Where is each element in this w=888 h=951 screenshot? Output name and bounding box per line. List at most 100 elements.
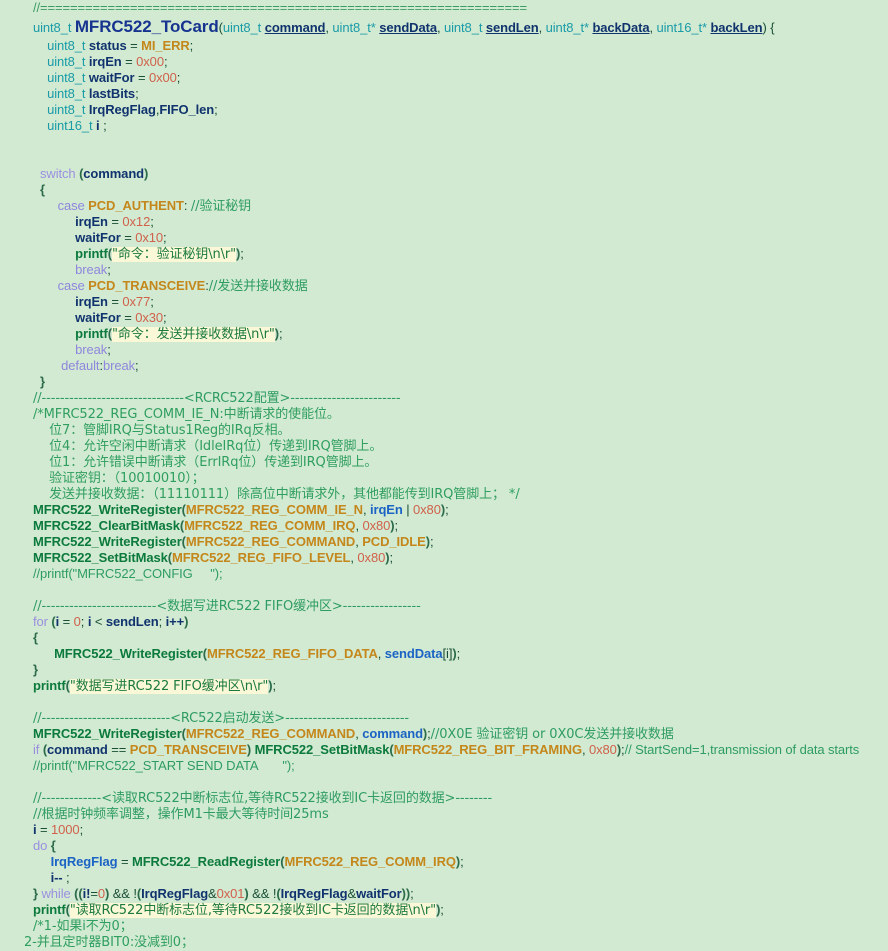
section-comment-rc522-config: //-------------------------------<RCRC52…: [33, 391, 401, 406]
type: uint8_t: [47, 86, 89, 101]
block-comment: /*1-如果i不为0；: [33, 919, 133, 934]
code-line-29-block-comment: 验证密钥：（10010010）；: [0, 470, 888, 486]
macro-reg-command: MFRC522_REG_COMMAND: [185, 534, 356, 549]
comma3: ,: [538, 20, 546, 35]
semicolon: ;: [394, 518, 399, 533]
block-comment: 位7：管脚IRQ与Status1Reg的IRq反相。: [33, 423, 291, 438]
code-line-34-setbitmask: MFRC522_SetBitMask(MFRC522_REG_FIFO_LEVE…: [0, 550, 888, 566]
variable: IrqRegFlag: [88, 102, 156, 117]
code-line-42-printf: printf("数据写进RC522 FIFO缓冲区\n\r");: [0, 678, 888, 694]
macro: MI_ERR: [141, 38, 190, 53]
keyword-for: for: [33, 614, 52, 629]
semicolon: ;: [460, 854, 464, 869]
loop-increment: i++: [165, 614, 185, 629]
return-type: uint8_t: [33, 20, 75, 35]
inline-comment: //发送并接收数据: [208, 279, 308, 294]
semicolon: ;: [189, 38, 194, 53]
variable-irqen: irqEn: [369, 502, 403, 517]
code-line-20-printf: printf("命令：发送并接收数据\n\r");: [0, 326, 888, 342]
code-line-58-block-comment: 2-并且定时器BIT0:没减到0；: [0, 934, 888, 950]
number: 0x10: [135, 230, 163, 245]
arg4-name: backData: [592, 20, 650, 35]
code-line-19: waitFor = 0x30;: [0, 310, 888, 326]
code-line-1: //======================================…: [0, 0, 888, 16]
number: 0x00: [148, 70, 177, 85]
code-line-54: i-- ;: [0, 870, 888, 886]
arg2-name: sendData: [379, 20, 437, 35]
block-comment: /*MFRC522_REG_COMM_IE_N:中断请求的使能位。: [33, 407, 340, 422]
variable-command: command: [362, 726, 423, 741]
colon: :: [183, 198, 191, 213]
block-comment: 位4：允许空闲中断请求（IdleIRq位）传递到IRQ管脚上。: [33, 439, 383, 454]
macro-pcd-transceive: PCD_TRANSCEIVE: [88, 278, 206, 293]
lt-op: <: [91, 614, 106, 629]
code-line-33-writeregister: MFRC522_WriteRegister(MFRC522_REG_COMMAN…: [0, 534, 888, 550]
keyword-switch: switch: [40, 166, 80, 181]
code-line-38-for-loop: for (i = 0; i < sendLen; i++): [0, 614, 888, 630]
arg2-type: uint8_t*: [332, 20, 380, 35]
code-line-30-block-comment: 发送并接收数据：（11110111）除高位中断请求外，其他都能传到IRQ管脚上；…: [0, 486, 888, 502]
variable-senddata: sendData: [384, 646, 443, 661]
code-line-39: {: [0, 630, 888, 646]
keyword-while: while: [41, 886, 75, 901]
keyword-if: if: [33, 742, 43, 757]
brace-open: {: [40, 182, 45, 197]
arg4-type: uint8_t*: [545, 20, 593, 35]
variable-2: FIFO_len: [159, 102, 215, 117]
code-line-45-writeregister: MFRC522_WriteRegister(MFRC522_REG_COMMAN…: [0, 726, 888, 742]
semicolon: ;: [135, 86, 139, 101]
code-line-55-while: } while ((i!=0) && !(IrqRegFlag&0x01) &&…: [0, 886, 888, 902]
code-line-7: uint8_t IrqRegFlag,FIFO_len;: [0, 102, 888, 118]
keyword-break: break: [102, 358, 135, 373]
macro-pcd-transceive: PCD_TRANSCEIVE: [129, 742, 247, 757]
semicolon: ;: [240, 246, 244, 261]
code-line-22-default: default:break;: [0, 358, 888, 374]
keyword-default: default: [61, 358, 100, 373]
or-op: |: [402, 502, 414, 517]
number: 0x80: [589, 742, 617, 757]
semicolon: ;: [410, 886, 414, 901]
number: 0x30: [135, 310, 163, 325]
code-line-18: irqEn = 0x77;: [0, 294, 888, 310]
function-setbitmask: MFRC522_SetBitMask: [33, 550, 168, 565]
macro-reg-command: MFRC522_REG_COMMAND: [185, 726, 356, 741]
code-line-49-section-comment: //-------------<读取RC522中断标志位,等待RC522接收到I…: [0, 790, 888, 806]
code-line-37-section-comment: //-------------------------<数据写进RC522 FI…: [0, 598, 888, 614]
variable: waitFor: [88, 70, 135, 85]
function-writeregister: MFRC522_WriteRegister: [54, 646, 203, 661]
assign-op: =: [126, 38, 142, 53]
keyword-break: break: [75, 262, 108, 277]
type: uint8_t: [47, 38, 89, 53]
code-line-50-comment: //根据时钟频率调整，操作M1卡最大等待时间25ms: [0, 806, 888, 822]
assign-op: =: [117, 854, 132, 869]
function-clearbitmask: MFRC522_ClearBitMask: [33, 518, 180, 533]
keyword-case: case: [57, 198, 89, 213]
number: 0x00: [136, 54, 164, 69]
code-line-13: irqEn = 0x12;: [0, 214, 888, 230]
semicolon: ;: [150, 294, 154, 309]
code-line-56-printf: printf("读取RC522中断标志位,等待RC522接收到IC卡返回的数据\…: [0, 902, 888, 918]
code-line-10-switch: switch (command): [0, 166, 888, 182]
brace-open: {: [47, 838, 56, 853]
array-index: [i]: [442, 646, 453, 661]
macro-reg-fifo-data: MFRC522_REG_FIFO_DATA: [206, 646, 378, 661]
number-2: 0x01: [216, 886, 245, 901]
arg3-name: sendLen: [485, 20, 539, 35]
string-literal: "命令：验证秘钥\n\r": [112, 247, 237, 262]
assign-op: =: [107, 214, 123, 229]
code-line-14: waitFor = 0x10;: [0, 230, 888, 246]
and-bitop-2: &: [347, 886, 357, 901]
macro-reg-comm-ie-n: MFRC522_REG_COMM_IE_N: [185, 502, 363, 517]
paren-close: ): [144, 166, 149, 181]
function-setbitmask: MFRC522_SetBitMask: [254, 742, 390, 757]
comma: ,: [377, 646, 385, 661]
function-printf: printf: [75, 246, 108, 261]
cond-var-irqregflag-2: IrqRegFlag: [280, 886, 348, 901]
code-line-21-break: break;: [0, 342, 888, 358]
paren-close: ): [246, 742, 255, 757]
code-line-52-do: do {: [0, 838, 888, 854]
number: 0x77: [122, 294, 151, 309]
number: 0: [97, 886, 105, 901]
